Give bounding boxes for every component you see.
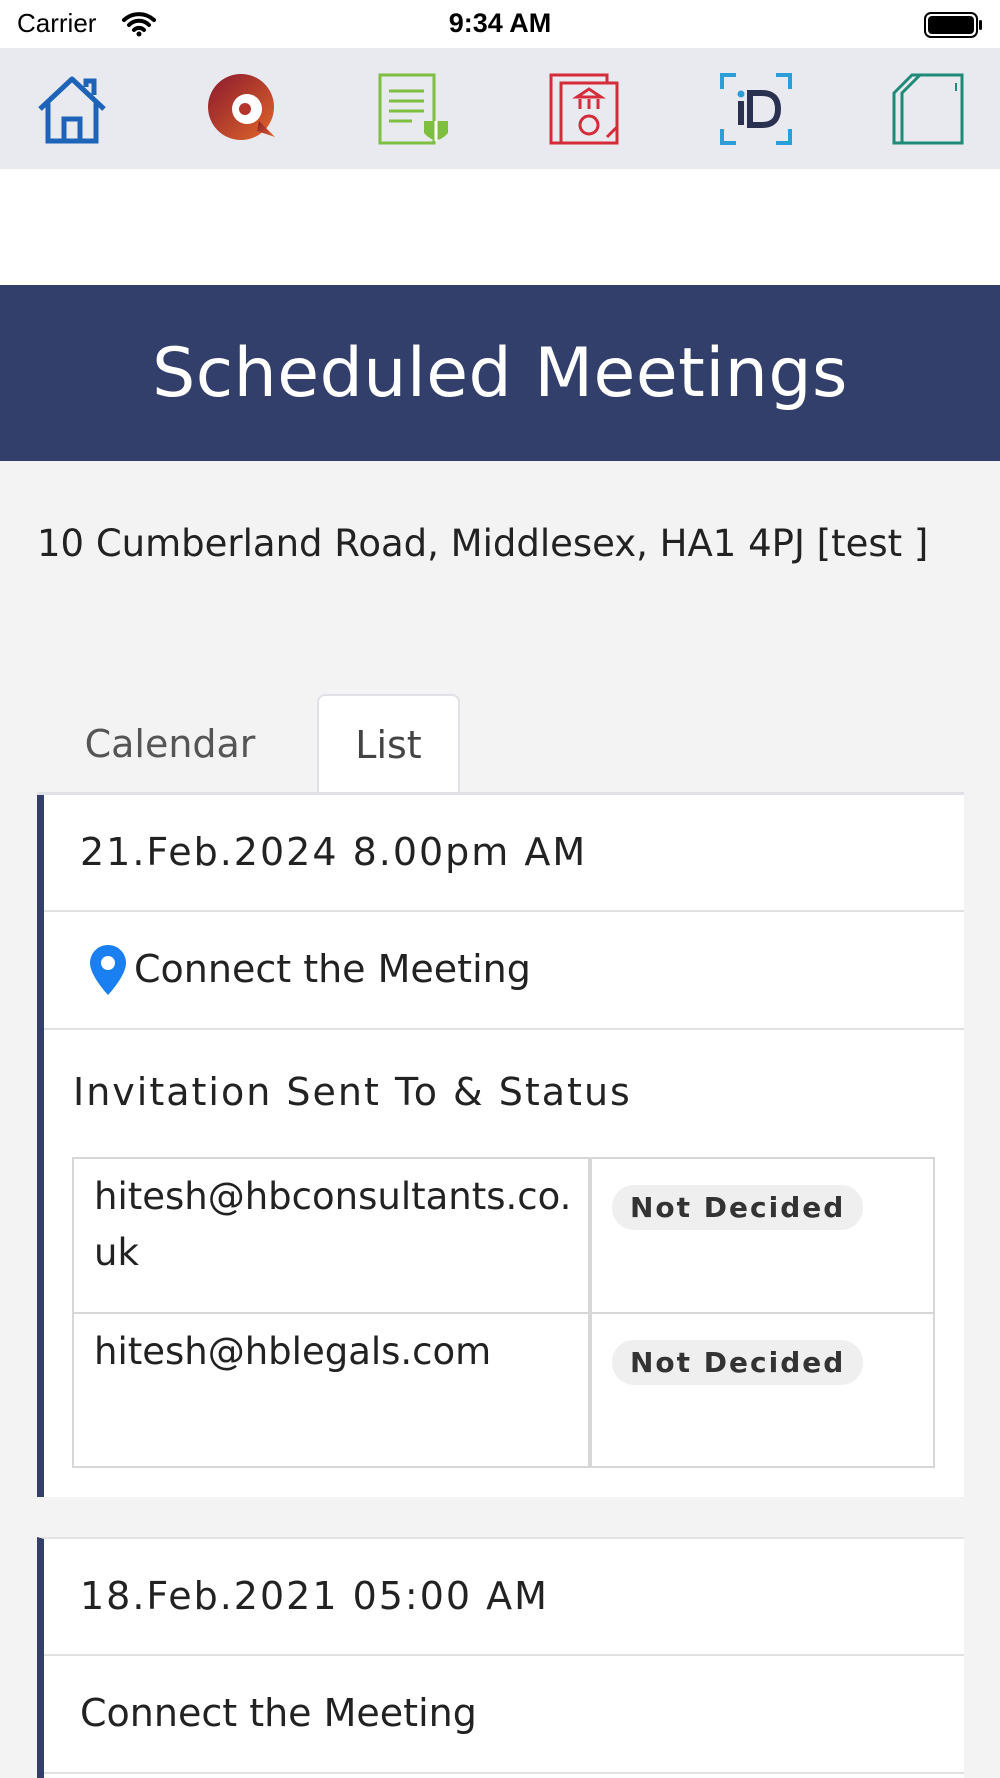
meeting-datetime: 18.Feb.2021 05:00 AM [80,1574,549,1618]
meeting-datetime-row: 18.Feb.2021 05:00 AM [44,1539,964,1656]
folder-icon[interactable] [890,71,966,147]
invitation-title: Invitation Sent To & Status [73,1070,632,1114]
invitee-email: hitesh@hblegals.com [94,1330,492,1373]
property-address: 10 Cumberland Road, Middlesex, HA1 4PJ [… [37,522,929,565]
tab-calendar[interactable]: Calendar [60,694,280,794]
connect-meeting-row[interactable]: Connect the Meeting [44,912,964,1030]
connect-meeting-row[interactable]: Connect the Meeting [44,1656,964,1774]
status-badge: Not Decided [612,1340,864,1385]
invitee-email: hitesh@hbconsultants.co.uk [94,1175,572,1274]
invitation-table: hitesh@hbconsultants.co.uk Not Decided h… [72,1157,935,1468]
meeting-datetime: 21.Feb.2024 8.00pm AM [80,830,588,874]
location-pin-icon [90,945,126,999]
page-header: Scheduled Meetings [0,285,1000,461]
connect-meeting-link[interactable]: Connect the Meeting [134,947,531,991]
tab-list[interactable]: List [317,694,460,794]
connect-meeting-link[interactable]: Connect the Meeting [80,1691,477,1735]
bank-document-icon[interactable] [547,71,623,147]
app-screen: Carrier 9:34 AM Scheduled Meetings 10 Cu… [0,0,1000,1778]
status-bar: Carrier 9:34 AM [0,0,1000,48]
meeting-card: 18.Feb.2021 05:00 AM Connect the Meeting [37,1537,964,1778]
status-badge: Not Decided [612,1185,864,1230]
home-icon[interactable] [34,71,110,147]
invitee-status-cell: Not Decided [590,1157,935,1314]
status-time: 9:34 AM [448,8,552,38]
icon-toolbar [0,48,1000,169]
invitee-email-cell: hitesh@hblegals.com [72,1312,590,1468]
meeting-datetime-row: 21.Feb.2024 8.00pm AM [44,795,964,912]
document-shield-icon[interactable] [376,71,452,147]
battery-icon [924,12,984,42]
search-chat-icon[interactable] [205,71,281,147]
page-title: Scheduled Meetings [152,333,848,413]
spacer-band [0,169,1000,285]
invitee-status-cell: Not Decided [590,1312,935,1468]
id-scan-icon[interactable] [718,71,794,147]
invitee-email-cell: hitesh@hbconsultants.co.uk [72,1157,590,1314]
